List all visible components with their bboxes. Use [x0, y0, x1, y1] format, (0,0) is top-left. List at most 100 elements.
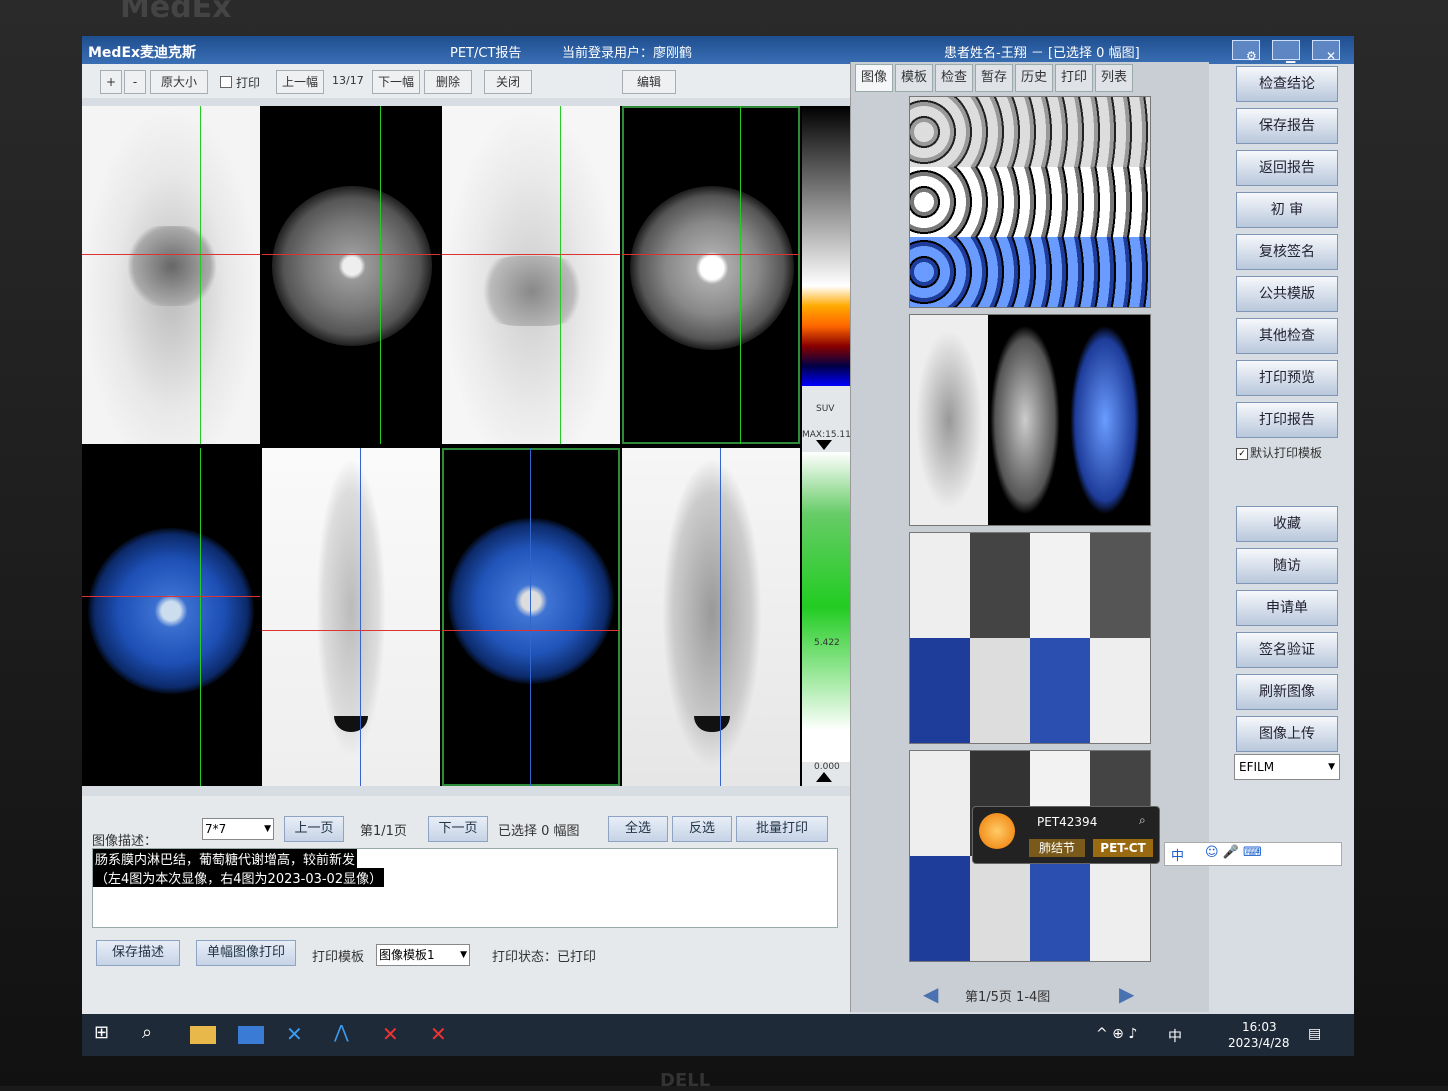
save-description-button[interactable]: 保存描述: [96, 940, 180, 966]
action-sidebar: 检查结论 保存报告 返回报告 初 审 复核签名 公共模版 其他检查 打印预览 打…: [1232, 66, 1342, 1026]
favorite-button[interactable]: 收藏: [1236, 506, 1338, 542]
desc-label: 图像描述：: [92, 834, 158, 849]
tab-print[interactable]: 打印: [1055, 64, 1093, 92]
frame-counter: 13/17: [332, 74, 364, 87]
print-checkbox[interactable]: [220, 76, 232, 88]
image-pet-axial-prior[interactable]: [442, 106, 620, 444]
tray-clock-time: 16:03: [1242, 1020, 1277, 1034]
print-report-button[interactable]: 打印报告: [1236, 402, 1338, 438]
thumbnail-page-info: 第1/5页 1-4图: [965, 990, 1051, 1005]
return-report-button[interactable]: 返回报告: [1236, 150, 1338, 186]
thumbnail-pager: ◀ 第1/5页 1-4图 ▶: [911, 980, 1151, 1008]
search-icon[interactable]: ⌕: [1139, 813, 1146, 828]
desc-line-2: （左4图为本次显像，右4图为2023-03-02显像）: [93, 868, 385, 887]
zoom-in-button[interactable]: +: [100, 70, 122, 94]
popup-tag-petct[interactable]: PET-CT: [1093, 839, 1153, 857]
zoom-out-button[interactable]: -: [124, 70, 146, 94]
arrow-left-icon[interactable]: ◀: [923, 982, 938, 1006]
single-image-print-button[interactable]: 单幅图像打印: [196, 940, 296, 966]
settings-button[interactable]: ⚙: [1232, 40, 1260, 63]
arrow-right-icon[interactable]: ▶: [1119, 982, 1134, 1006]
image-grid: [82, 106, 802, 786]
film-select[interactable]: EFILM ▼: [1234, 754, 1340, 780]
medex-x-icon-1[interactable]: ✕: [382, 1022, 408, 1048]
popup-tag-nodule[interactable]: 肺结节: [1029, 839, 1085, 857]
image-fusion-axial-current[interactable]: [82, 448, 260, 786]
file-explorer-icon[interactable]: [190, 1026, 216, 1044]
tab-history[interactable]: 历史: [1015, 64, 1053, 92]
select-all-button[interactable]: 全选: [608, 816, 668, 842]
min-slider-handle[interactable]: [816, 772, 832, 782]
batch-print-button[interactable]: 批量打印: [736, 816, 828, 842]
print-template-select[interactable]: 图像模板1 ▼: [376, 944, 470, 966]
medex-tool-icon[interactable]: ⋀: [334, 1022, 360, 1048]
follow-up-button[interactable]: 随访: [1236, 548, 1338, 584]
save-report-button[interactable]: 保存报告: [1236, 108, 1338, 144]
tab-templates[interactable]: 模板: [895, 64, 933, 92]
print-template-label: 打印模板: [312, 950, 365, 965]
tab-exams[interactable]: 检查: [935, 64, 973, 92]
suv-max-label: MAX:15.11: [802, 430, 851, 440]
description-textarea[interactable]: 肠系膜内淋巴结，葡萄糖代谢增高，较前新发 （左4图为本次显像，右4图为2023-…: [92, 848, 838, 928]
minimize-button[interactable]: ▁: [1272, 40, 1300, 63]
thumbnail-abdomen-series[interactable]: [909, 532, 1151, 744]
chevron-down-icon: ▼: [264, 824, 271, 834]
suv-min-value: 0.000: [814, 762, 840, 772]
chevron-down-icon: ▼: [1328, 762, 1335, 772]
notification-icon[interactable]: ▤: [1308, 1026, 1321, 1042]
image-pet-mip-prior[interactable]: [622, 448, 800, 786]
max-slider-handle[interactable]: [816, 440, 832, 450]
avatar: [979, 813, 1015, 849]
tab-temp-storage[interactable]: 暂存: [975, 64, 1013, 92]
gear-icon: ⚙: [1246, 49, 1257, 63]
medex-x-icon-2[interactable]: ✕: [430, 1022, 456, 1048]
medex-app-icon[interactable]: ✕: [286, 1022, 312, 1048]
prev-page-button[interactable]: 上一页: [284, 816, 344, 842]
print-preview-button[interactable]: 打印预览: [1236, 360, 1338, 396]
image-pet-mip-current[interactable]: [262, 448, 440, 786]
other-exams-button[interactable]: 其他检查: [1236, 318, 1338, 354]
edit-button[interactable]: 编辑: [622, 70, 676, 94]
prev-frame-button[interactable]: 上一幅: [276, 70, 324, 94]
windows-start-icon[interactable]: ⊞: [94, 1022, 120, 1048]
refresh-images-button[interactable]: 刷新图像: [1236, 674, 1338, 710]
image-toolbar: + - 原大小 打印 上一幅 13/17 下一幅 删除 关闭 编辑: [82, 64, 852, 98]
request-form-button[interactable]: 申请单: [1236, 590, 1338, 626]
image-fusion-axial-prior[interactable]: [442, 448, 620, 786]
invert-selection-button[interactable]: 反选: [672, 816, 732, 842]
patient-popup[interactable]: PET42394 ⌕ 肺结节 PET-CT: [972, 806, 1160, 864]
close-button[interactable]: ✕: [1312, 40, 1340, 63]
grayscale-bar: [802, 106, 850, 286]
exam-conclusion-button[interactable]: 检查结论: [1236, 66, 1338, 102]
public-template-button[interactable]: 公共模版: [1236, 276, 1338, 312]
image-upload-button[interactable]: 图像上传: [1236, 716, 1338, 752]
search-icon[interactable]: ⌕: [142, 1022, 168, 1048]
next-frame-button[interactable]: 下一幅: [372, 70, 420, 94]
tray-icons[interactable]: ^ ⊕ ♪: [1096, 1026, 1137, 1042]
delete-button[interactable]: 删除: [424, 70, 472, 94]
title-bar: MedEx麦迪克斯 PET/CT报告 当前登录用户：廖刚鹤 患者姓名-王翔 － …: [82, 36, 1354, 64]
default-template-checkbox[interactable]: ✓: [1236, 448, 1248, 460]
image-viewer-icon[interactable]: [238, 1026, 264, 1044]
next-page-button[interactable]: 下一页: [428, 816, 488, 842]
review-sign-button[interactable]: 复核签名: [1236, 234, 1338, 270]
thumbnail-brain-series[interactable]: [909, 96, 1151, 308]
ime-mode[interactable]: 中: [1171, 845, 1184, 864]
layout-select[interactable]: 7*7 ▼: [202, 818, 274, 840]
suv-mid-value: 5.422: [814, 638, 840, 648]
thumbnail-sagittal-series[interactable]: [909, 314, 1151, 526]
signature-verify-button[interactable]: 签名验证: [1236, 632, 1338, 668]
original-size-button[interactable]: 原大小: [150, 70, 208, 94]
print-status: 打印状态：已打印: [492, 950, 597, 965]
tray-ime[interactable]: 中: [1168, 1026, 1182, 1046]
close-image-button[interactable]: 关闭: [484, 70, 532, 94]
layout-select-value: 7*7: [205, 822, 227, 836]
image-ct-axial-prior[interactable]: [622, 106, 800, 444]
image-ct-axial-current[interactable]: [262, 106, 440, 444]
patient-info: 患者姓名-王翔 － [已选择 0 幅图]: [944, 46, 1140, 61]
tab-list[interactable]: 列表: [1095, 64, 1133, 92]
image-pet-axial-current[interactable]: [82, 106, 260, 444]
print-template-value: 图像模板1: [379, 948, 435, 962]
initial-review-button[interactable]: 初 审: [1236, 192, 1338, 228]
tab-images[interactable]: 图像: [855, 64, 893, 92]
